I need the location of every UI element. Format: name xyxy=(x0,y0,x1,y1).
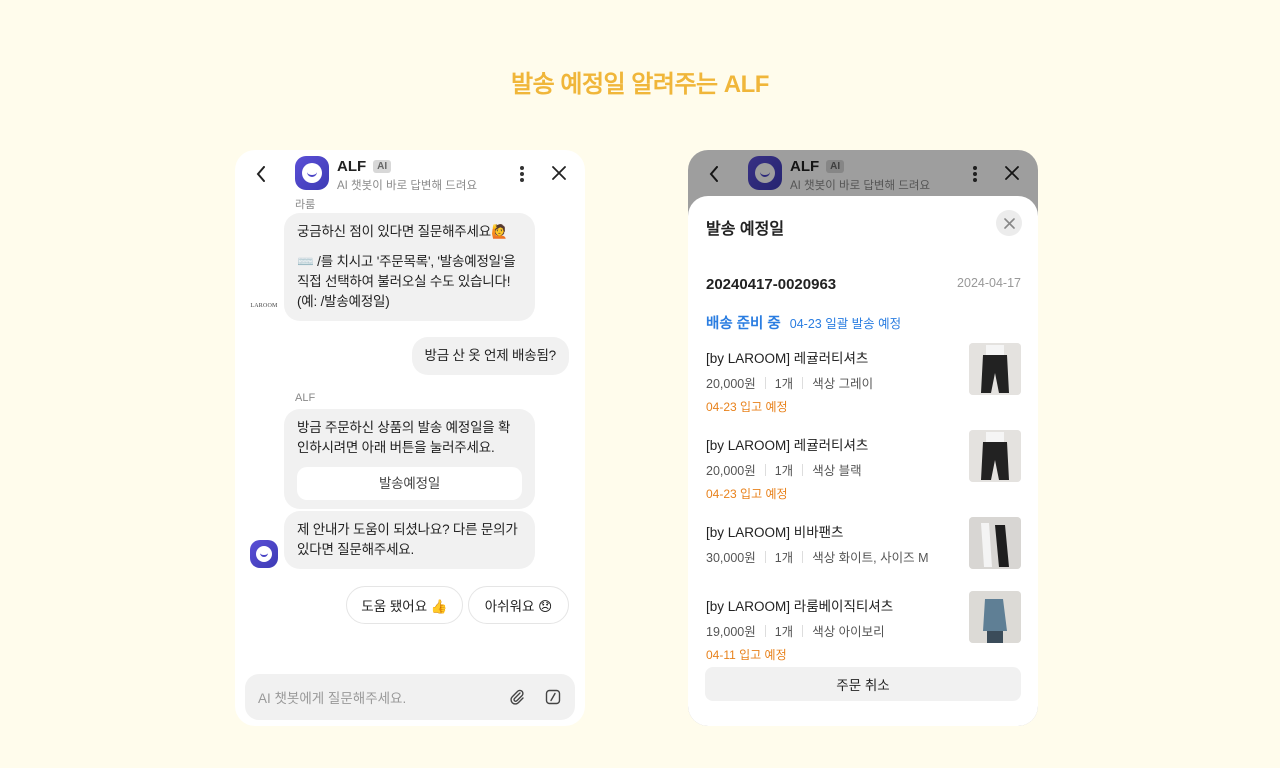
chat-input-placeholder: AI 챗봇에게 질문해주세요. xyxy=(258,691,407,706)
user-message: 방금 산 옷 언제 배송됨? xyxy=(411,337,569,375)
item-qty: 1개 xyxy=(774,464,794,478)
alf-message-text: 방금 주문하신 상품의 발송 예정일을 확인하시려면 아래 버튼을 눌러주세요. xyxy=(297,420,511,455)
order-status: 배송 준비 중 04-23 일괄 발송 예정 xyxy=(706,312,901,333)
product-thumbnail xyxy=(969,591,1021,643)
item-option: 색상 블랙 xyxy=(812,464,862,478)
feedback-unhelpful-button[interactable]: 아쉬워요 😞 xyxy=(468,586,569,624)
item-price: 20,000원 xyxy=(706,377,756,391)
bot-avatar-small xyxy=(250,540,278,568)
cancel-order-button[interactable]: 주문 취소 xyxy=(705,667,1021,701)
bot-name: ALF xyxy=(337,158,367,175)
more-vertical-icon xyxy=(520,166,524,170)
order-item[interactable]: [by LAROOM] 레귤러티셔츠 20,000원 1개 색상 블랙 04-2… xyxy=(706,430,1021,504)
alf-sender-name: ALF xyxy=(295,392,316,404)
page-title: 발송 예정일 알려주는 ALF xyxy=(511,71,769,98)
brand-sender-name: 라룸 xyxy=(295,199,316,211)
close-icon xyxy=(1003,217,1015,229)
order-number: 20240417-0020963 xyxy=(706,276,837,293)
product-thumbnail xyxy=(969,430,1021,482)
alf-followup-message: 제 안내가 도움이 되셨나요? 다른 문의가 있다면 질문해주세요. xyxy=(284,511,535,569)
item-qty: 1개 xyxy=(774,551,794,565)
item-qty: 1개 xyxy=(774,625,794,639)
sheet-title: 발송 예정일 xyxy=(706,221,785,238)
chevron-left-icon xyxy=(256,166,265,182)
product-thumbnail xyxy=(969,343,1021,395)
item-price: 19,000원 xyxy=(706,625,756,639)
bot-subtitle: AI 챗봇이 바로 답변해 드려요 xyxy=(337,180,478,192)
brand-message-text-2: ⌨️ /를 치시고 '주문목록', '발송예정일'을 직접 선택하여 불러오실 … xyxy=(297,254,516,309)
paperclip-icon xyxy=(510,689,524,705)
slash-command-icon xyxy=(545,689,561,705)
brand-logo: LAROOM xyxy=(250,303,278,309)
item-eta: 04-11 입고 예정 xyxy=(706,648,787,662)
item-option: 색상 그레이 xyxy=(812,377,874,391)
order-item[interactable]: [by LAROOM] 레귤러티셔츠 20,000원 1개 색상 그레이 04-… xyxy=(706,343,1021,417)
alf-message: 방금 주문하신 상품의 발송 예정일을 확인하시려면 아래 버튼을 눌러주세요.… xyxy=(284,409,535,509)
chat-window: ALF AI AI 챗봇이 바로 답변해 드려요 라룸 궁금하신 점이 있다면 … xyxy=(235,150,585,726)
order-item[interactable]: [by LAROOM] 비바팬츠 30,000원 1개 색상 화이트, 사이즈 … xyxy=(706,517,1021,591)
close-icon xyxy=(552,166,566,180)
item-price: 30,000원 xyxy=(706,551,756,565)
item-qty: 1개 xyxy=(774,377,794,391)
ai-badge: AI xyxy=(373,160,392,173)
brand-message: 궁금하신 점이 있다면 질문해주세요🙋 ⌨️ /를 치시고 '주문목록', '발… xyxy=(284,213,535,321)
item-eta: 04-23 입고 예정 xyxy=(706,400,788,414)
ship-date-window: ALF AI AI 챗봇이 바로 답변해 드려요 발송 예정일 20240417… xyxy=(688,150,1038,726)
command-button[interactable] xyxy=(544,688,562,706)
attach-button[interactable] xyxy=(508,688,526,706)
status-detail: 04-23 일괄 발송 예정 xyxy=(789,317,902,331)
order-item[interactable]: [by LAROOM] 라룸베이직티셔츠 19,000원 1개 색상 아이보리 … xyxy=(706,591,1021,665)
chat-input[interactable]: AI 챗봇에게 질문해주세요. xyxy=(245,674,575,720)
item-option: 색상 아이보리 xyxy=(812,625,885,639)
ship-date-sheet: 발송 예정일 20240417-0020963 2024-04-17 배송 준비… xyxy=(688,196,1038,726)
item-option: 색상 화이트, 사이즈 M xyxy=(812,551,929,565)
product-thumbnail xyxy=(969,517,1021,569)
order-date: 2024-04-17 xyxy=(957,276,1021,290)
item-eta: 04-23 입고 예정 xyxy=(706,487,788,501)
close-button[interactable] xyxy=(549,162,569,184)
ship-date-button[interactable]: 발송예정일 xyxy=(297,467,522,500)
more-button[interactable] xyxy=(517,164,527,184)
feedback-helpful-button[interactable]: 도움 됐어요 👍 xyxy=(346,586,463,624)
status-label: 배송 준비 중 xyxy=(706,316,781,332)
back-button[interactable] xyxy=(251,162,271,186)
item-price: 20,000원 xyxy=(706,464,756,478)
chat-header: ALF AI AI 챗봇이 바로 답변해 드려요 xyxy=(235,150,585,198)
sheet-close-button[interactable] xyxy=(996,210,1022,236)
bot-avatar xyxy=(295,156,329,190)
brand-message-text-1: 궁금하신 점이 있다면 질문해주세요🙋 xyxy=(297,224,508,239)
